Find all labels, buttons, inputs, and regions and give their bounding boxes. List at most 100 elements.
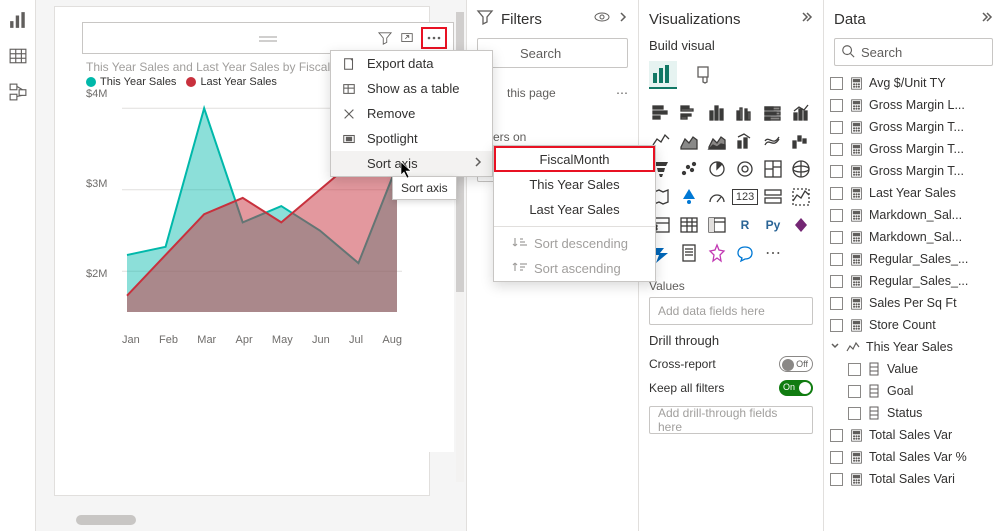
viz-type-ai[interactable]: [705, 241, 729, 265]
viz-type-multi-card[interactable]: [761, 185, 785, 209]
sort-descending[interactable]: Sort descending: [494, 231, 655, 256]
field-row[interactable]: Store Count: [830, 314, 997, 336]
field-checkbox[interactable]: [830, 319, 843, 332]
viz-type-card[interactable]: 123: [733, 185, 757, 209]
filter-icon[interactable]: [377, 30, 393, 46]
viz-type-more[interactable]: ⋯: [761, 241, 785, 265]
field-checkbox[interactable]: [830, 429, 843, 442]
viz-type-stacked-column[interactable]: [705, 101, 729, 125]
field-checkbox[interactable]: [830, 143, 843, 156]
build-visual-tab[interactable]: [649, 61, 677, 89]
field-checkbox[interactable]: [830, 297, 843, 310]
field-row[interactable]: Gross Margin T...: [830, 116, 997, 138]
field-checkbox[interactable]: [830, 77, 843, 90]
menu-item-export-data[interactable]: Export data: [331, 51, 492, 76]
field-checkbox[interactable]: [830, 275, 843, 288]
drill-through-well[interactable]: Add drill-through fields here: [649, 406, 813, 434]
field-checkbox[interactable]: [848, 385, 861, 398]
canvas-hscroll[interactable]: [76, 515, 136, 525]
field-row[interactable]: Total Sales Var %: [830, 446, 997, 468]
field-row[interactable]: Avg $/Unit TY: [830, 72, 997, 94]
viz-type-power-apps[interactable]: [789, 213, 813, 237]
viz-type-narrative[interactable]: [733, 241, 757, 265]
viz-type-stacked-area[interactable]: [705, 129, 729, 153]
collapse-icon[interactable]: [618, 10, 628, 28]
field-row[interactable]: Markdown_Sal...: [830, 226, 997, 248]
viz-type-paginated[interactable]: [677, 241, 701, 265]
viz-type-table[interactable]: [677, 213, 701, 237]
field-checkbox[interactable]: [848, 363, 861, 376]
menu-item-remove[interactable]: Remove: [331, 101, 492, 126]
viz-type-waterfall[interactable]: [789, 129, 813, 153]
viz-type-r[interactable]: R: [733, 213, 757, 237]
show-filters-icon[interactable]: [594, 10, 610, 28]
field-label: Markdown_Sal...: [869, 208, 962, 222]
field-checkbox[interactable]: [830, 451, 843, 464]
viz-type-scatter[interactable]: [677, 157, 701, 181]
field-row[interactable]: Total Sales Var: [830, 424, 997, 446]
viz-type-area[interactable]: [677, 129, 701, 153]
data-search[interactable]: Search: [834, 38, 993, 66]
legend-dot-ty: [86, 77, 96, 87]
field-row[interactable]: Gross Margin L...: [830, 94, 997, 116]
viz-type-clustered-column[interactable]: [733, 101, 757, 125]
filters-search[interactable]: Search: [477, 38, 628, 68]
viz-type-pie[interactable]: [705, 157, 729, 181]
field-row[interactable]: Markdown_Sal...: [830, 204, 997, 226]
viz-type-python[interactable]: Py: [761, 213, 785, 237]
field-row[interactable]: Total Sales Vari: [830, 468, 997, 490]
viz-type-stacked-bar[interactable]: [649, 101, 673, 125]
viz-type-kpi[interactable]: [789, 185, 813, 209]
field-row[interactable]: Gross Margin T...: [830, 160, 997, 182]
field-checkbox[interactable]: [830, 121, 843, 134]
viz-type-azure-map[interactable]: [677, 185, 701, 209]
field-row-expanded[interactable]: This Year Sales: [830, 336, 997, 358]
viz-type-map[interactable]: [789, 157, 813, 181]
field-row-child[interactable]: Value: [830, 358, 997, 380]
field-checkbox[interactable]: [830, 253, 843, 266]
values-field-well[interactable]: Add data fields here: [649, 297, 813, 325]
field-row-child[interactable]: Status: [830, 402, 997, 424]
sort-by-this-year-sales[interactable]: This Year Sales: [494, 172, 655, 197]
drag-handle-icon[interactable]: [259, 31, 277, 46]
viz-type-clustered-bar[interactable]: [677, 101, 701, 125]
sort-ascending[interactable]: Sort ascending: [494, 256, 655, 281]
cross-report-toggle[interactable]: Off: [779, 356, 813, 372]
field-checkbox[interactable]: [830, 209, 843, 222]
format-visual-tab[interactable]: [691, 61, 719, 89]
field-checkbox[interactable]: [830, 473, 843, 486]
more-icon[interactable]: ⋯: [616, 86, 628, 100]
field-row[interactable]: Regular_Sales_...: [830, 270, 997, 292]
viz-type-donut[interactable]: [733, 157, 757, 181]
field-checkbox[interactable]: [830, 99, 843, 112]
collapse-icon[interactable]: [979, 10, 993, 28]
report-view-icon[interactable]: [8, 10, 28, 30]
field-checkbox[interactable]: [830, 165, 843, 178]
menu-item-show-as-a-table[interactable]: Show as a table: [331, 76, 492, 101]
menu-item-spotlight[interactable]: Spotlight: [331, 126, 492, 151]
field-checkbox[interactable]: [830, 231, 843, 244]
field-row[interactable]: Gross Margin T...: [830, 138, 997, 160]
viz-type-clustered-column-line[interactable]: [789, 101, 813, 125]
field-row[interactable]: Sales Per Sq Ft: [830, 292, 997, 314]
viz-type-matrix[interactable]: [705, 213, 729, 237]
model-view-icon[interactable]: [8, 82, 28, 102]
viz-type-line-column[interactable]: [733, 129, 757, 153]
keep-filters-toggle[interactable]: On: [779, 380, 813, 396]
viz-type-stacked-bar-100[interactable]: [761, 101, 785, 125]
table-view-icon[interactable]: [8, 46, 28, 66]
more-options-button[interactable]: [421, 27, 447, 49]
field-row[interactable]: Regular_Sales_...: [830, 248, 997, 270]
viz-type-ribbon[interactable]: [761, 129, 785, 153]
sort-ascending-icon: [512, 261, 526, 276]
sort-by-fiscalmonth[interactable]: FiscalMonth: [494, 146, 655, 172]
focus-icon[interactable]: [399, 30, 415, 46]
sort-by-last-year-sales[interactable]: Last Year Sales: [494, 197, 655, 222]
field-row-child[interactable]: Goal: [830, 380, 997, 402]
field-checkbox[interactable]: [848, 407, 861, 420]
viz-type-treemap[interactable]: [761, 157, 785, 181]
viz-type-gauge[interactable]: [705, 185, 729, 209]
field-row[interactable]: Last Year Sales: [830, 182, 997, 204]
collapse-icon[interactable]: [799, 10, 813, 28]
field-checkbox[interactable]: [830, 187, 843, 200]
